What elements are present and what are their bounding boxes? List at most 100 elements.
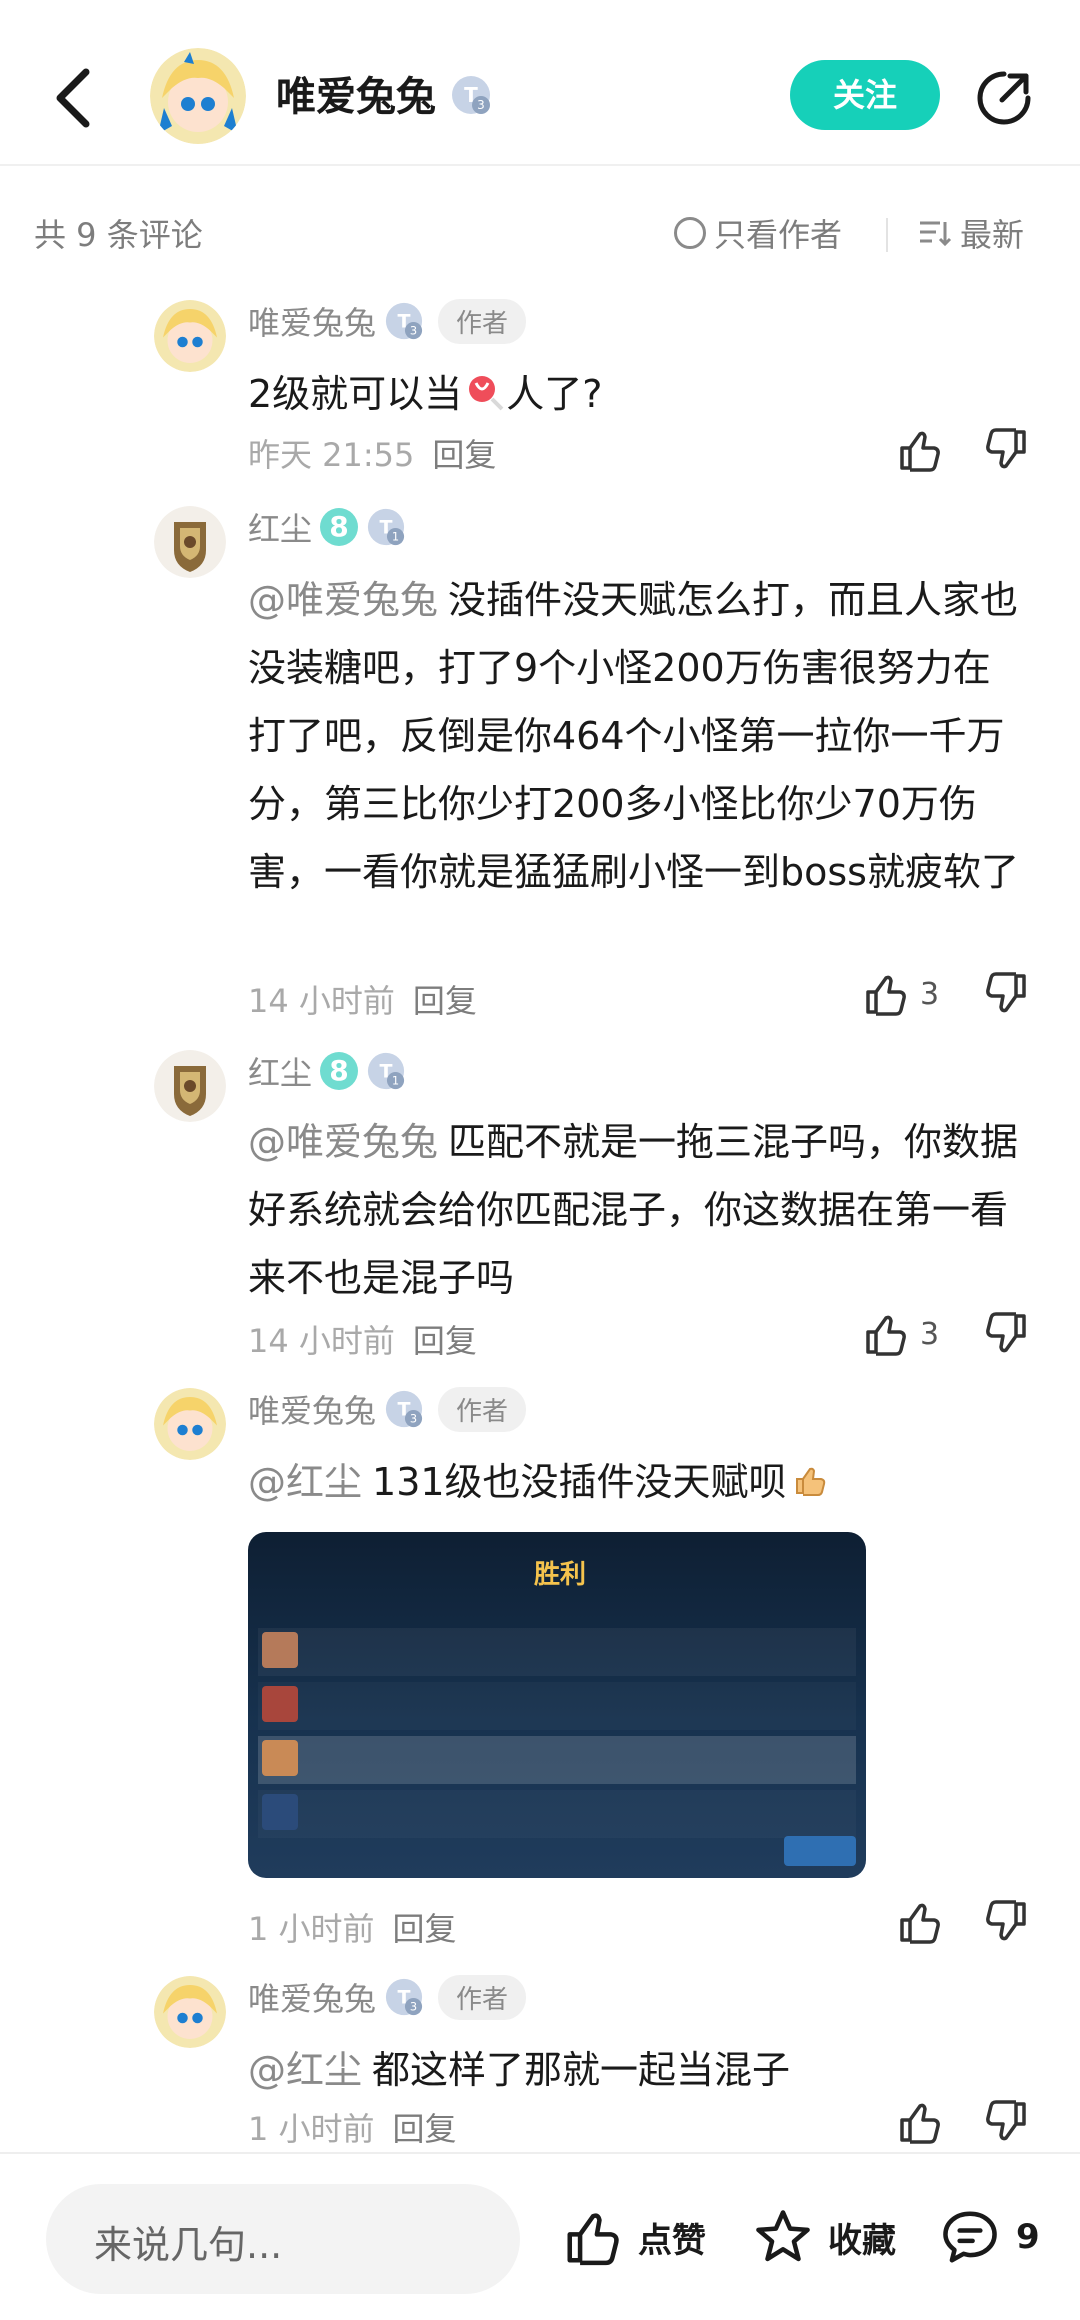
commenter-name[interactable]: 红尘 — [248, 1048, 312, 1094]
commenter-name[interactable]: 唯爱兔兔 — [248, 1386, 376, 1432]
author-tag: 作者 — [438, 1386, 527, 1432]
author-only-toggle[interactable]: 只看作者 — [674, 210, 842, 256]
divider — [886, 218, 888, 252]
sort-label: 最新 — [960, 216, 1025, 254]
commenter-avatar[interactable] — [154, 1050, 226, 1122]
like-icon[interactable] — [896, 426, 944, 474]
reply-button[interactable]: 回复 — [413, 976, 477, 1022]
comment-text-part: 人了? — [506, 372, 603, 416]
reply-button[interactable]: 回复 — [413, 1316, 477, 1362]
sort-icon — [920, 221, 952, 247]
like-icon[interactable] — [896, 1898, 944, 1946]
comment-toolbar: 共 9 条评论 只看作者 最新 — [0, 200, 1080, 270]
hero-portrait — [262, 1794, 298, 1830]
like-icon — [866, 1315, 906, 1356]
svg-text:3: 3 — [410, 1411, 417, 1425]
screenshot-button — [784, 1836, 856, 1866]
comment-header: 唯爱兔兔 T3 作者 — [248, 1384, 527, 1434]
commenter-avatar[interactable] — [154, 1976, 226, 2048]
comment-count: 共 9 条评论 — [34, 216, 203, 254]
reply-button[interactable]: 回复 — [393, 2104, 457, 2150]
commenter-name[interactable]: 唯爱兔兔 — [248, 1974, 376, 2020]
comment-time: 14 小时前 — [248, 1322, 395, 1360]
author-tag: 作者 — [438, 298, 527, 344]
mention-link[interactable]: @唯爱兔兔 — [248, 1120, 438, 1164]
back-arrow-icon[interactable] — [48, 62, 100, 134]
comment-time: 1 小时前 — [248, 2110, 375, 2148]
comment-time: 1 小时前 — [248, 1910, 375, 1948]
comment-text-part: 没插件没天赋怎么打，而且人家也没装糖吧，打了9个小怪200万伤害很努力在打了吧，… — [248, 578, 1019, 894]
comment-meta: 14 小时前 回复 — [248, 1316, 477, 1362]
like-icon — [866, 975, 906, 1016]
hero-portrait — [262, 1740, 298, 1776]
reply-button[interactable]: 回复 — [393, 1904, 457, 1950]
comment-text-part: 131级也没插件没天赋呗 — [372, 1460, 787, 1504]
author-name[interactable]: 唯爱兔兔 — [276, 68, 436, 126]
like-post-button[interactable]: 点赞 — [562, 2206, 706, 2268]
screenshot-row — [258, 1736, 856, 1784]
commenter-name[interactable]: 红尘 — [248, 504, 312, 550]
author-avatar[interactable] — [150, 48, 246, 144]
author-only-label: 只看作者 — [714, 216, 843, 254]
favorite-label: 收藏 — [828, 2220, 896, 2261]
svg-text:3: 3 — [410, 1999, 417, 2013]
svg-text:3: 3 — [410, 323, 417, 337]
mention-link[interactable]: @红尘 — [248, 1460, 362, 1504]
sort-button[interactable]: 最新 — [918, 210, 1024, 256]
like-count: 3 — [920, 976, 940, 1012]
bottom-action-bar: 来说几句... 点赞 收藏 9 — [0, 2152, 1080, 2320]
mention-link[interactable]: @红尘 — [248, 2048, 362, 2092]
like-icon — [567, 2213, 619, 2266]
follow-button[interactable]: 关注 — [790, 60, 940, 130]
dislike-icon[interactable] — [982, 1898, 1030, 1946]
comment-text: @唯爱兔兔 匹配不就是一拖三混子吗，你数据好系统就会给你匹配混子，你这数据在第一看… — [248, 1108, 1028, 1312]
commenter-name[interactable]: 唯爱兔兔 — [248, 298, 376, 344]
comment-header: 唯爱兔兔 T3 作者 — [248, 1972, 527, 2022]
level-badge-icon: T3 — [385, 302, 423, 340]
level-badge-icon: T1 — [367, 1052, 405, 1090]
fan-level-badge: 8 — [320, 1052, 359, 1090]
hero-portrait — [262, 1632, 298, 1668]
like-button[interactable]: 3 — [862, 970, 939, 1018]
thumbs-up-emoji-icon — [795, 1467, 825, 1496]
screenshot-row — [258, 1790, 856, 1838]
reply-button[interactable]: 回复 — [432, 430, 496, 476]
comment-input-placeholder: 来说几句... — [94, 2223, 283, 2267]
comment-time: 14 小时前 — [248, 982, 395, 1020]
mention-link[interactable]: @唯爱兔兔 — [248, 578, 438, 622]
hero-portrait — [262, 1686, 298, 1722]
like-icon[interactable] — [896, 2098, 944, 2146]
commenter-avatar[interactable] — [154, 1388, 226, 1460]
author-tag: 作者 — [438, 1974, 527, 2020]
attached-game-screenshot[interactable]: 胜利 — [248, 1532, 866, 1878]
level-badge-icon: T3 — [385, 1978, 423, 2016]
commenter-avatar[interactable] — [154, 300, 226, 372]
level-badge-icon: T1 — [367, 508, 405, 546]
like-button[interactable]: 3 — [862, 1310, 939, 1358]
favorite-button[interactable]: 收藏 — [752, 2206, 896, 2268]
comment-input[interactable]: 来说几句... — [46, 2184, 520, 2294]
commenter-avatar[interactable] — [154, 506, 226, 578]
screenshot-title: 胜利 — [534, 1560, 587, 1590]
comment-text-part: 都这样了那就一起当混子 — [372, 2048, 791, 2092]
comment-time: 昨天 21:55 — [248, 436, 415, 474]
radio-circle-icon — [674, 217, 706, 249]
share-icon[interactable] — [974, 68, 1034, 128]
comment-text-part: 2级就可以当 — [248, 372, 463, 416]
comment-header: 红尘 8 T1 — [248, 1046, 406, 1096]
dislike-icon[interactable] — [982, 1310, 1030, 1358]
comment-meta: 14 小时前 回复 — [248, 976, 477, 1022]
comment-text: @唯爱兔兔 没插件没天赋怎么打，而且人家也没装糖吧，打了9个小怪200万伤害很努力… — [248, 566, 1028, 906]
comment-text: @红尘 131级也没插件没天赋呗 — [248, 1448, 1028, 1516]
level-badge-icon: T3 — [385, 1390, 423, 1428]
dislike-icon[interactable] — [982, 970, 1030, 1018]
dislike-icon[interactable] — [982, 2098, 1030, 2146]
star-icon — [756, 2210, 810, 2262]
comments-button[interactable]: 9 — [938, 2206, 1040, 2268]
like-count: 3 — [920, 1316, 940, 1352]
fan-level-badge: 8 — [320, 508, 359, 546]
dislike-icon[interactable] — [982, 426, 1030, 474]
comment-meta: 1 小时前 回复 — [248, 2104, 457, 2150]
comment-meta: 昨天 21:55 回复 — [248, 430, 496, 476]
comment-bubble-icon — [943, 2211, 997, 2263]
